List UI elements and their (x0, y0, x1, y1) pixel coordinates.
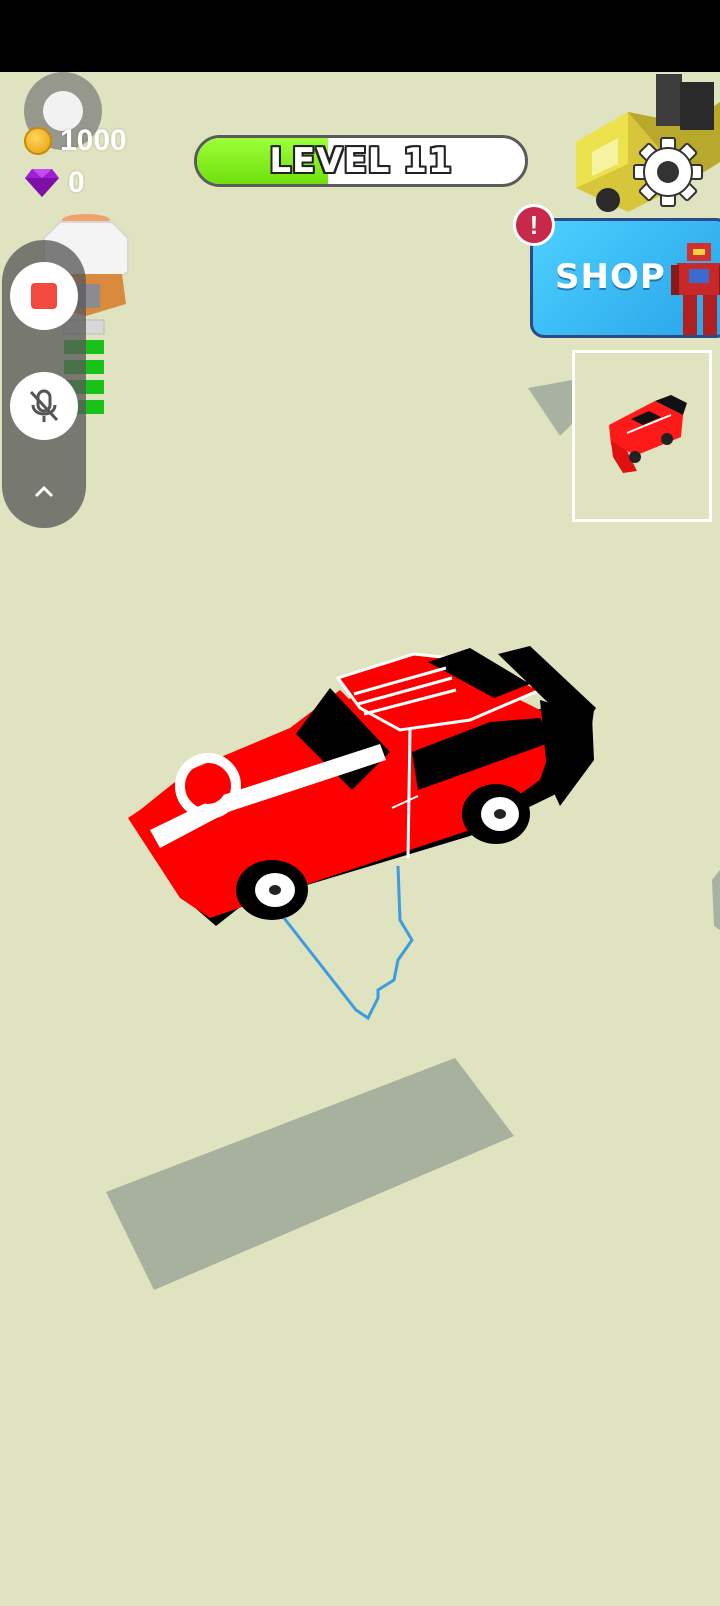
rear-wheel (462, 784, 530, 844)
car-door-line (406, 729, 412, 859)
front-wheel (236, 860, 308, 920)
placement-target-dot (190, 768, 226, 804)
main-car[interactable] (0, 0, 720, 1606)
